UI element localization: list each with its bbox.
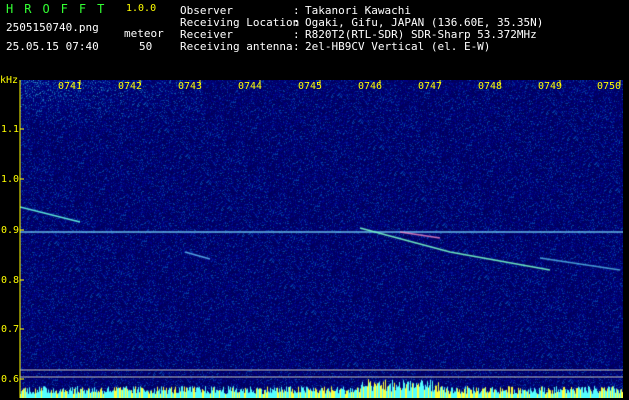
x-tick-label: 0745 [298,81,323,92]
info-value-observer: Takanori Kawachi [305,4,411,17]
meteor-label: meteor [124,27,164,40]
y-tick-label: 0.9 [1,225,20,236]
x-tick-label: 0747 [418,81,443,92]
observation-datetime: 25.05.15 07:40 [6,40,99,53]
image-filename: 2505150740.png [6,21,99,34]
info-value-antenna: 2el-HB9CV Vertical (el. E-W) [305,40,491,53]
meteor-count: 50 [139,40,153,53]
info-separator: : [293,28,300,41]
info-key-location: Receiving Location [180,16,300,29]
info-separator: : [293,40,300,53]
y-tick-label: 1.1 [1,124,20,135]
x-tick-label: 0750 [597,81,622,92]
x-tick-label: 0746 [358,81,383,92]
info-separator: : [293,16,300,29]
y-tick-label: 0.7 [1,324,20,335]
info-key-receiver: Receiver [180,28,233,41]
x-tick-label: 0744 [238,81,263,92]
info-key-observer: Observer [180,4,233,17]
x-tick-label: 0741 [58,81,83,92]
app-version: 1.0.0 [126,3,157,14]
y-tick-label: 0.8 [1,275,20,286]
spectrogram-canvas [20,80,623,398]
info-value-location: Ogaki, Gifu, JAPAN (136.60E, 35.35N) [305,16,544,29]
app-title: HROFFT [6,2,116,16]
y-tick-label: 1.0 [1,174,20,185]
info-separator: : [293,4,300,17]
x-tick-label: 0742 [118,81,143,92]
info-value-receiver: R820T2(RTL-SDR) SDR-Sharp 53.372MHz [305,28,537,41]
axis-unit-label: kHz [0,75,19,86]
x-tick-label: 0748 [478,81,503,92]
hrofft-window: HROFFT 1.0.0 2505150740.png 25.05.15 07:… [0,0,629,400]
x-tick-label: 0749 [538,81,563,92]
info-key-antenna: Receiving antenna [180,40,293,53]
x-tick-label: 0743 [178,81,203,92]
y-tick-label: 0.6 [1,374,20,385]
